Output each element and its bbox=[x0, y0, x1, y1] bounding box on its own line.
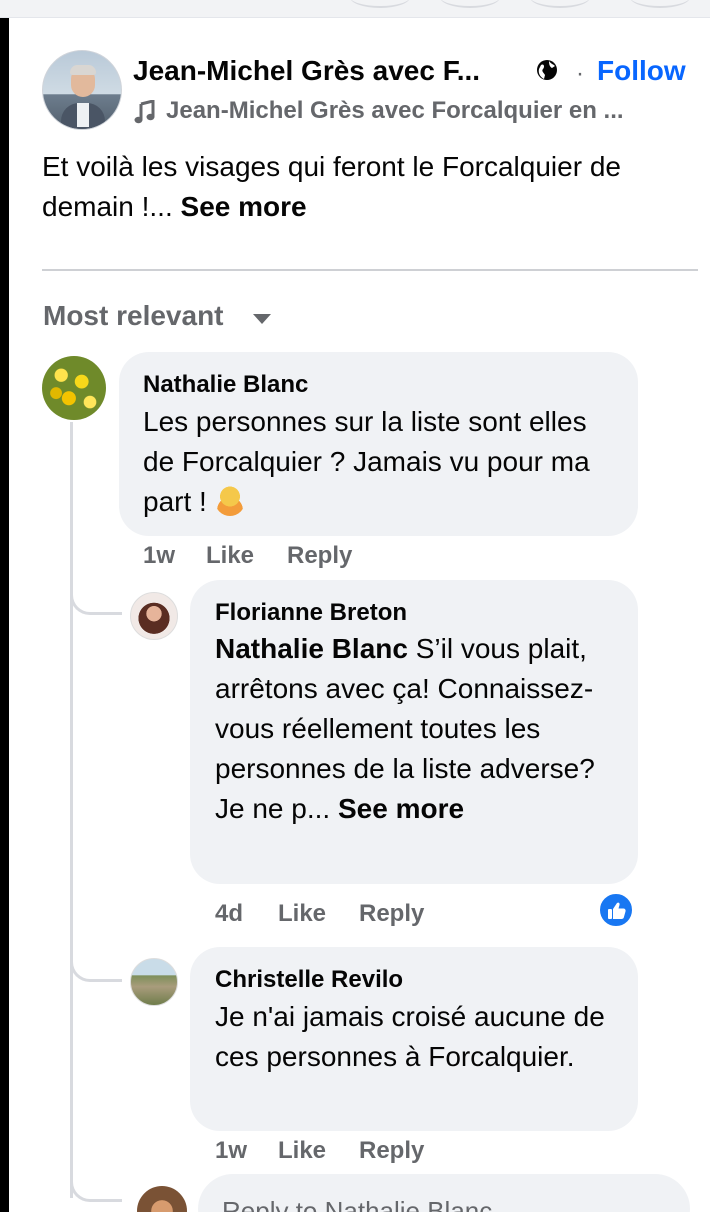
shrug-emoji-icon bbox=[214, 486, 245, 516]
see-more-link[interactable]: See more bbox=[181, 191, 307, 222]
comment-actions: 1w Like Reply bbox=[215, 1137, 475, 1167]
avatar[interactable] bbox=[42, 356, 106, 420]
globe-icon bbox=[537, 60, 557, 80]
reaction-edge bbox=[630, 0, 690, 8]
comment-time[interactable]: 1w bbox=[143, 542, 175, 570]
like-button[interactable]: Like bbox=[278, 1137, 326, 1165]
thread-line bbox=[70, 422, 73, 1198]
top-strip bbox=[0, 0, 710, 18]
divider bbox=[42, 269, 698, 271]
author-avatar[interactable] bbox=[42, 50, 122, 130]
reply-button[interactable]: Reply bbox=[287, 542, 352, 570]
reply-button[interactable]: Reply bbox=[359, 1137, 424, 1165]
separator: · bbox=[576, 60, 584, 87]
comment-time[interactable]: 4d bbox=[215, 900, 243, 928]
reaction-edge bbox=[350, 0, 410, 8]
comment-time[interactable]: 1w bbox=[215, 1137, 247, 1165]
comment-body: Les personnes sur la liste sont elles de… bbox=[143, 406, 590, 517]
comment-text: Nathalie Blanc S’il vous plait, arrêtons… bbox=[215, 629, 620, 829]
post-author-name[interactable]: Jean-Michel Grès avec F... bbox=[133, 55, 523, 87]
reply-placeholder[interactable]: Reply to Nathalie Blanc... bbox=[222, 1196, 514, 1212]
comment-author[interactable]: Christelle Revilo bbox=[215, 966, 403, 994]
reaction-edge bbox=[530, 0, 590, 8]
reaction-edge bbox=[440, 0, 500, 8]
sort-dropdown-label[interactable]: Most relevant bbox=[43, 300, 224, 332]
comment-author[interactable]: Florianne Breton bbox=[215, 599, 407, 627]
thread-branch bbox=[70, 585, 122, 615]
thread-branch bbox=[70, 952, 122, 982]
comment-text: Je n'ai jamais croisé aucune de ces pers… bbox=[215, 1001, 605, 1072]
like-button[interactable]: Like bbox=[206, 542, 254, 570]
comment-author[interactable]: Nathalie Blanc bbox=[143, 371, 308, 399]
post-text: Et voilà les visages qui feront le Forca… bbox=[42, 147, 692, 227]
thumbs-up-icon bbox=[608, 902, 626, 919]
like-reaction-badge[interactable] bbox=[598, 892, 634, 928]
post-body: Et voilà les visages qui feront le Forca… bbox=[42, 151, 621, 222]
music-note-icon bbox=[134, 100, 155, 124]
comment-text: Les personnes sur la liste sont elles de… bbox=[143, 402, 613, 522]
avatar[interactable] bbox=[130, 592, 178, 640]
follow-button[interactable]: Follow bbox=[597, 55, 686, 87]
like-button[interactable]: Like bbox=[278, 900, 326, 928]
post-subtitle[interactable]: Jean-Michel Grès avec Forcalquier en ... bbox=[166, 97, 676, 125]
mention-link[interactable]: Nathalie Blanc bbox=[215, 633, 408, 664]
current-user-avatar bbox=[137, 1186, 187, 1212]
comment-actions: 1w Like Reply bbox=[143, 542, 403, 572]
reply-button[interactable]: Reply bbox=[359, 900, 424, 928]
thread-branch bbox=[70, 1172, 122, 1202]
caret-down-icon[interactable] bbox=[253, 314, 271, 324]
see-more-link[interactable]: See more bbox=[338, 793, 464, 824]
comment-actions: 4d Like Reply bbox=[215, 900, 475, 930]
left-edge bbox=[0, 18, 9, 1212]
avatar[interactable] bbox=[130, 958, 178, 1006]
